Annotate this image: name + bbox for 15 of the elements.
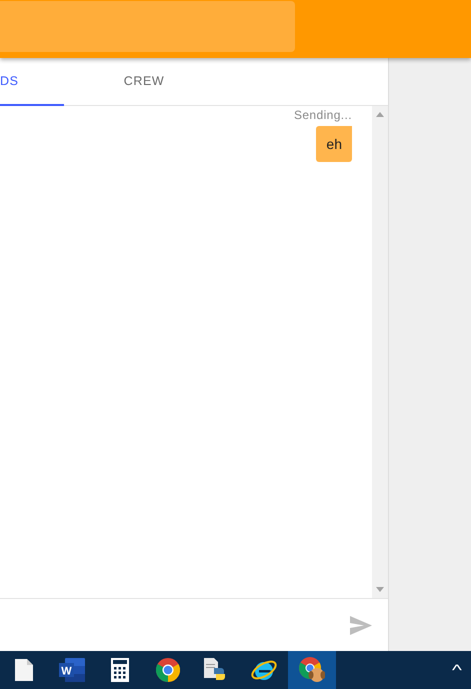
message-bubble: eh <box>316 126 352 162</box>
scrollbar[interactable] <box>372 106 388 598</box>
taskbar-button[interactable]: W <box>48 651 96 689</box>
document-icon <box>15 659 33 681</box>
scroll-down-icon[interactable] <box>376 587 384 592</box>
script-file-icon <box>204 658 228 682</box>
search-field[interactable] <box>0 1 295 52</box>
scroll-up-icon[interactable] <box>376 112 384 117</box>
browser-icon <box>156 658 180 682</box>
tab[interactable]: CREW <box>64 58 224 106</box>
tab[interactable]: DS <box>0 58 64 106</box>
calculator-icon <box>111 658 129 682</box>
message-status: Sending... <box>294 108 352 122</box>
browser-dog-icon <box>299 657 325 683</box>
browser-e-icon <box>251 658 277 682</box>
